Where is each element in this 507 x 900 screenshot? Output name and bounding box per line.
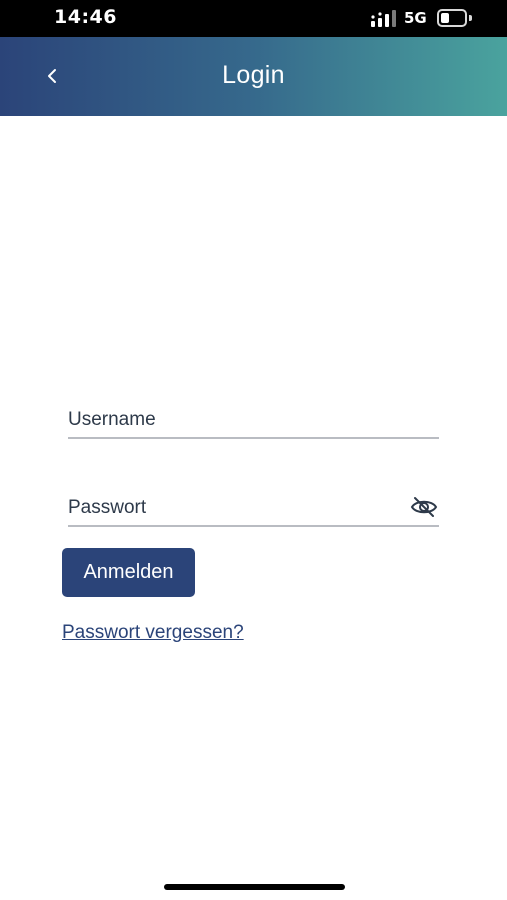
home-indicator[interactable] (164, 884, 345, 890)
username-input[interactable] (68, 403, 439, 437)
app-header: Login (0, 37, 507, 116)
battery-icon (437, 9, 467, 27)
forgot-password-link[interactable]: Passwort vergessen? (62, 622, 244, 644)
login-screen: 14:46 5G Login Username Anmelden Passwor… (0, 0, 507, 900)
password-input[interactable] (68, 491, 398, 525)
network-type: 5G (404, 9, 427, 27)
eye-slash-icon (410, 497, 438, 517)
password-visibility-toggle[interactable] (409, 494, 439, 520)
password-field (68, 491, 439, 527)
battery-level (441, 13, 449, 23)
username-field (68, 403, 439, 439)
login-button[interactable]: Anmelden (62, 548, 195, 597)
status-time: 14:46 (54, 6, 117, 28)
battery-tip (469, 15, 472, 21)
cellular-signal-icon (371, 10, 396, 27)
page-title: Login (222, 61, 285, 89)
status-bar: 14:46 5G (0, 0, 507, 37)
